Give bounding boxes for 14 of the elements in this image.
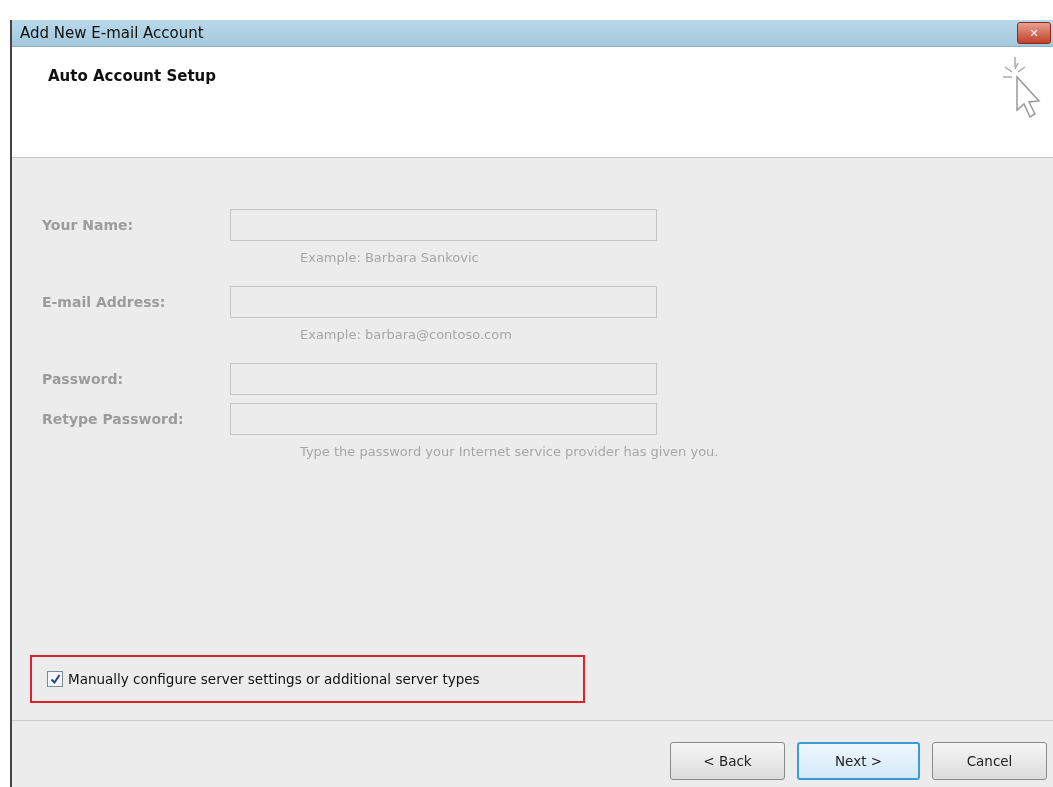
- window-title: Add New E-mail Account: [19, 24, 204, 42]
- dialog-button[interactable]: < Back: [670, 742, 785, 780]
- checkbox[interactable]: [47, 671, 63, 687]
- hint-text: Type the password your Internet service provider has given you.: [300, 444, 720, 459]
- page-heading: Auto Account Setup: [48, 67, 216, 85]
- dialog-button[interactable]: Cancel: [932, 742, 1047, 780]
- field-label: Password:: [42, 371, 125, 387]
- field-label: Your Name:: [42, 217, 135, 233]
- field-label: Retype Password:: [42, 411, 185, 427]
- hint-text: Example: barbara@contoso.com: [300, 327, 513, 342]
- dialog-button[interactable]: Next >: [797, 742, 920, 780]
- field-label: E-mail Address:: [42, 294, 167, 310]
- checkbox-label: Manually configure server settings or additional server types: [68, 671, 480, 687]
- hint-text: Example: Barbara Sankovic: [300, 250, 480, 265]
